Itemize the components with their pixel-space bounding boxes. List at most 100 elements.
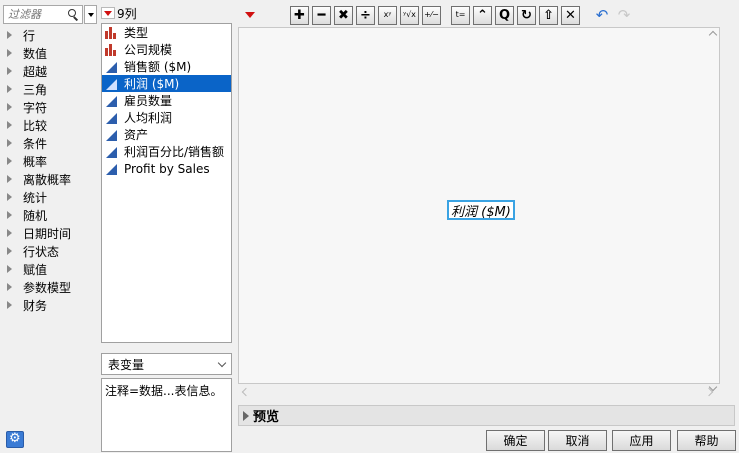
function-category-item[interactable]: 三角: [0, 80, 98, 98]
function-category-item[interactable]: 超越: [0, 62, 98, 80]
expand-arrow-icon: [7, 229, 12, 237]
nominal-column-icon: [105, 43, 118, 56]
swap-button[interactable]: ↻: [517, 5, 536, 25]
formula-text: 利润 ($M): [451, 204, 511, 220]
columns-header: 9列: [101, 5, 137, 21]
column-label: 销售额 ($M): [124, 60, 192, 74]
scroll-left-icon[interactable]: [241, 387, 251, 397]
expand-icon: [243, 410, 249, 421]
column-label: 公司规模: [124, 43, 173, 57]
continuous-column-icon: [105, 78, 118, 90]
function-category-label: 财务: [23, 298, 48, 313]
filter-dropdown-button[interactable]: [84, 5, 97, 24]
function-category-label: 条件: [23, 136, 48, 151]
column-label: 类型: [124, 26, 149, 40]
function-category-item[interactable]: 条件: [0, 134, 98, 152]
continuous-column-icon: [105, 146, 118, 158]
expand-arrow-icon: [7, 211, 12, 219]
expand-arrow-icon: [7, 103, 12, 111]
vertical-scrollbar[interactable]: [706, 27, 720, 397]
expand-arrow-icon: [7, 139, 12, 147]
apply-button[interactable]: 应用: [612, 430, 671, 451]
function-category-item[interactable]: 赋值: [0, 260, 98, 278]
column-label: 利润 ($M): [124, 77, 180, 91]
column-list: 类型公司规模销售额 ($M) 利润 ($M) 雇员数量 人均利润 资产利润百分比/销售额…: [101, 23, 232, 343]
function-category-item[interactable]: 比较: [0, 116, 98, 134]
local-variable-button[interactable]: t=: [451, 5, 470, 25]
root-button[interactable]: ʸ√x: [400, 5, 419, 25]
column-item[interactable]: Profit by Sales: [102, 160, 231, 177]
function-category-item[interactable]: 行: [0, 26, 98, 44]
function-category-item[interactable]: 概率: [0, 152, 98, 170]
settings-gear-icon[interactable]: [6, 431, 24, 448]
function-category-label: 行: [23, 28, 36, 43]
chevron-down-icon: [217, 358, 227, 368]
cancel-button[interactable]: 取消: [548, 430, 607, 451]
function-category-item[interactable]: 随机: [0, 206, 98, 224]
continuous-column-icon: [105, 163, 118, 175]
insert-button[interactable]: ⇧: [539, 5, 558, 25]
function-category-label: 统计: [23, 190, 48, 205]
function-category-label: 字符: [23, 100, 48, 115]
table-variable-label: 表变量: [108, 357, 145, 372]
power-button[interactable]: xʸ: [378, 5, 397, 25]
redo-icon[interactable]: ↷: [614, 6, 634, 25]
function-category-item[interactable]: 字符: [0, 98, 98, 116]
function-category-label: 概率: [23, 154, 48, 169]
function-category-item[interactable]: 行状态: [0, 242, 98, 260]
function-category-label: 离散概率: [23, 172, 72, 187]
preview-toggle[interactable]: 预览: [238, 405, 735, 426]
delete-button[interactable]: ✕: [561, 5, 580, 25]
filter-input[interactable]: [4, 6, 64, 23]
column-count: 9列: [117, 6, 137, 21]
function-category-item[interactable]: 统计: [0, 188, 98, 206]
divide-button[interactable]: ÷: [356, 5, 375, 25]
column-item[interactable]: 雇员数量: [102, 92, 231, 109]
scroll-right-icon[interactable]: [704, 387, 714, 397]
negate-button[interactable]: +⁄−: [422, 5, 441, 25]
column-label: 雇员数量: [124, 94, 173, 108]
function-category-label: 比较: [23, 118, 48, 133]
column-item[interactable]: 利润百分比/销售额: [102, 143, 231, 160]
unary-button[interactable]: Q: [495, 5, 514, 25]
multiply-button[interactable]: ✖: [334, 5, 353, 25]
function-category-item[interactable]: 财务: [0, 296, 98, 314]
column-label: Profit by Sales: [124, 161, 210, 176]
function-category-label: 数值: [23, 46, 48, 61]
column-item[interactable]: 类型: [102, 24, 231, 41]
undo-icon[interactable]: ↶: [592, 6, 612, 25]
column-item[interactable]: 资产: [102, 126, 231, 143]
column-item[interactable]: 销售额 ($M): [102, 58, 231, 75]
continuous-column-icon: [105, 61, 118, 73]
scroll-up-icon[interactable]: [708, 30, 718, 40]
function-category-item[interactable]: 数值: [0, 44, 98, 62]
function-category-list: 行数值 超越 三角字符比较条件概率离散概率统计 随机 日期时间 行状态赋值参数模型财务: [0, 26, 98, 314]
function-category-item[interactable]: 离散概率: [0, 170, 98, 188]
filter-box: [3, 5, 83, 24]
function-category-label: 参数模型: [23, 280, 72, 295]
peel-button[interactable]: ⌃: [473, 5, 492, 25]
formula-menu-icon[interactable]: [243, 9, 259, 22]
ok-button[interactable]: 确定: [486, 430, 545, 451]
expand-arrow-icon: [7, 31, 12, 39]
help-button[interactable]: 帮助: [677, 430, 736, 451]
function-category-label: 赋值: [23, 262, 48, 277]
search-icon[interactable]: [66, 8, 80, 22]
expand-arrow-icon: [7, 49, 12, 57]
subtract-button[interactable]: ━: [312, 5, 331, 25]
formula-expression[interactable]: 利润 ($M): [447, 200, 515, 220]
function-category-item[interactable]: 日期时间: [0, 224, 98, 242]
column-label: 利润百分比/销售额: [124, 145, 225, 159]
column-item[interactable]: 人均利润: [102, 109, 231, 126]
expand-arrow-icon: [7, 157, 12, 165]
continuous-column-icon: [105, 129, 118, 141]
column-item[interactable]: 利润 ($M): [102, 75, 231, 92]
horizontal-scrollbar[interactable]: [238, 385, 720, 399]
column-item[interactable]: 公司规模: [102, 41, 231, 58]
add-button[interactable]: ✚: [290, 5, 309, 25]
table-variable-select[interactable]: 表变量: [101, 353, 232, 375]
continuous-column-icon: [105, 95, 118, 107]
function-category-item[interactable]: 参数模型: [0, 278, 98, 296]
expand-arrow-icon: [7, 85, 12, 93]
columns-menu-icon[interactable]: [101, 7, 115, 19]
